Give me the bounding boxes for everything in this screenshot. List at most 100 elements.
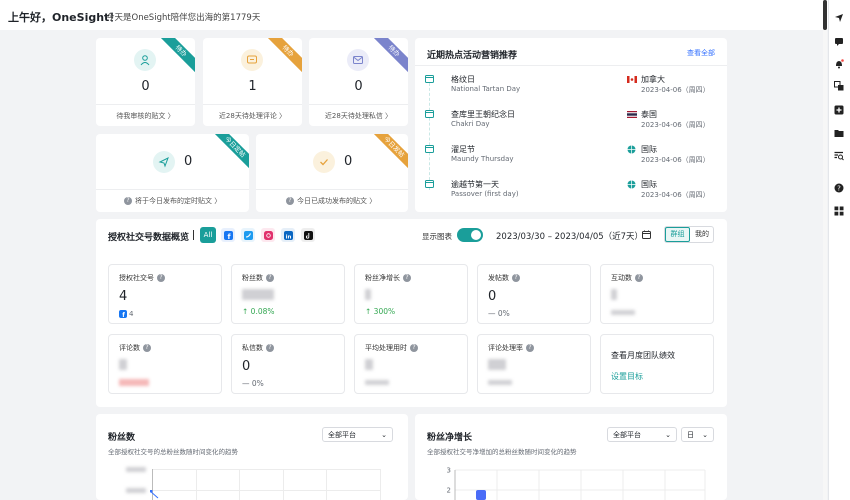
metric-change: — 0%: [242, 379, 264, 388]
metric-label: 平均处理用时: [365, 344, 407, 352]
translate-icon[interactable]: [833, 80, 845, 92]
bar[interactable]: [476, 490, 486, 500]
help-icon[interactable]: ?: [635, 274, 643, 282]
help-icon[interactable]: ?: [143, 344, 151, 352]
tiktok-icon[interactable]: [301, 228, 315, 242]
stat-label[interactable]: 近28天待处理评论 〉: [203, 111, 302, 121]
metric-value: 0: [242, 359, 251, 374]
todo-badge: 待办: [157, 38, 195, 75]
svg-text:in: in: [285, 234, 291, 240]
metric-comments[interactable]: 评论数?: [108, 334, 222, 394]
calendar-icon: [425, 145, 434, 153]
facebook-icon[interactable]: f: [221, 228, 235, 242]
linkedin-icon[interactable]: in: [281, 228, 295, 242]
send-icon: [153, 151, 175, 173]
team-performance-card[interactable]: 查看月度团队绩效 设置目标: [600, 334, 714, 394]
region-name: 国际: [641, 180, 657, 189]
event-name: 查库里王朝纪念日: [451, 110, 515, 119]
calendar-icon: [425, 75, 434, 83]
help-icon[interactable]: ?: [403, 274, 411, 282]
fans-title: 粉丝数: [108, 433, 136, 443]
view-all-link[interactable]: 查看全部: [687, 48, 715, 58]
help-icon[interactable]: ?: [266, 274, 274, 282]
twitter-icon[interactable]: [241, 228, 255, 242]
right-rail: [828, 0, 850, 500]
blurred-tick: [126, 467, 146, 472]
blurred-value: [365, 289, 371, 300]
metric-accounts[interactable]: 授权社交号? 4 f 4: [108, 264, 222, 324]
events-card: 近期热点活动营销推荐 查看全部 格纹日 National Tartan Day …: [415, 38, 727, 212]
stat-label[interactable]: 今日已成功发布的贴文 〉: [297, 196, 376, 206]
stat-value: 0: [141, 79, 150, 94]
help-icon: ?: [286, 197, 294, 205]
metric-interactions[interactable]: 互动数?: [600, 264, 714, 324]
tab-mine[interactable]: 我的: [691, 227, 713, 242]
stat-card-messages[interactable]: 待办 0 近28天待处理私信 〉: [309, 38, 408, 126]
bell-icon[interactable]: [833, 58, 845, 70]
line-series: [150, 490, 159, 499]
canada-flag-icon: [627, 76, 637, 83]
help-icon[interactable]: ?: [512, 274, 520, 282]
platform-select[interactable]: 全部平台 ⌄: [322, 427, 393, 442]
events-title: 近期热点活动营销推荐: [427, 51, 518, 61]
event-name: 逾越节第一天: [451, 180, 499, 189]
event-en-name: Passover (first day): [451, 190, 519, 198]
event-date: 2023-04-06（周四）: [641, 156, 710, 164]
today-badge: 今日定帖: [211, 134, 249, 171]
todo-badge: 待办: [264, 38, 302, 75]
globe-icon: [627, 145, 636, 154]
blurred-change: [119, 379, 149, 386]
overview-title: 授权社交号数据概览: [108, 233, 190, 243]
metric-change: ↑ 300%: [365, 307, 396, 316]
metric-avg-handle-time[interactable]: 平均处理用时?: [354, 334, 468, 394]
y-tick-label: 2: [447, 487, 451, 495]
blurred-value: [242, 289, 274, 300]
metric-change: ↑ 0.08%: [242, 307, 275, 316]
metric-posts[interactable]: 发帖数? 0 — 0%: [477, 264, 591, 324]
event-date: 2023-04-06（周四）: [641, 121, 710, 129]
scrollbar-thumb[interactable]: [823, 0, 827, 30]
stat-card-scheduled[interactable]: 今日定帖 0 ? 将于今日发布的定时贴文 〉: [96, 134, 249, 212]
metric-messages[interactable]: 私信数? 0 — 0%: [231, 334, 345, 394]
blurred-value: [488, 359, 506, 370]
help-icon[interactable]: ?: [157, 274, 165, 282]
platform-all-tab[interactable]: All: [200, 227, 216, 243]
help-icon[interactable]: ?: [410, 344, 418, 352]
help-icon[interactable]: ?: [266, 344, 274, 352]
user-check-icon: [134, 49, 156, 71]
metric-fans-growth[interactable]: 粉丝净增长? ↑ 300%: [354, 264, 468, 324]
set-target-link[interactable]: 设置目标: [611, 371, 643, 382]
apps-icon[interactable]: [833, 205, 845, 217]
message-icon[interactable]: [833, 36, 845, 48]
region-name: 泰国: [641, 110, 657, 119]
metric-label: 粉丝净增长: [365, 274, 400, 282]
region-name: 加拿大: [641, 75, 665, 84]
metric-value: 0: [488, 289, 497, 304]
folder-icon[interactable]: [833, 127, 845, 139]
y-tick-label: 3: [447, 467, 451, 475]
navigate-icon[interactable]: [833, 12, 845, 24]
help-icon: ?: [124, 197, 132, 205]
stat-label[interactable]: 待我审核的贴文 〉: [96, 111, 195, 121]
help-icon[interactable]: ?: [833, 182, 845, 194]
tab-group[interactable]: 群组: [665, 227, 690, 242]
instagram-icon[interactable]: [261, 228, 275, 242]
stat-card-comments[interactable]: 待办 1 近28天待处理评论 〉: [203, 38, 302, 126]
metric-comment-rate[interactable]: 评论处理率?: [477, 334, 591, 394]
help-icon[interactable]: ?: [526, 344, 534, 352]
metric-fans[interactable]: 粉丝数? ↑ 0.08%: [231, 264, 345, 324]
date-range[interactable]: 2023/03/30 – 2023/04/05（近7天）: [496, 230, 643, 242]
event-en-name: National Tartan Day: [451, 85, 521, 93]
add-icon[interactable]: [833, 104, 845, 116]
stat-card-review[interactable]: 待办 0 待我审核的贴文 〉: [96, 38, 195, 126]
check-icon: [313, 151, 335, 173]
stat-card-published[interactable]: 今日发帖 0 ? 今日已成功发布的贴文 〉: [256, 134, 408, 212]
blurred-value: [119, 359, 127, 370]
stat-label[interactable]: 将于今日发布的定时贴文 〉: [135, 196, 221, 206]
fans-desc: 全部授权社交号的总粉丝数随时间变化的趋势: [108, 448, 238, 456]
search-list-icon[interactable]: [833, 150, 845, 162]
calendar-icon[interactable]: [642, 230, 651, 239]
show-chart-toggle[interactable]: [457, 228, 483, 242]
stat-label[interactable]: 近28天待处理私信 〉: [309, 111, 408, 121]
scrollbar-track[interactable]: [823, 0, 827, 500]
